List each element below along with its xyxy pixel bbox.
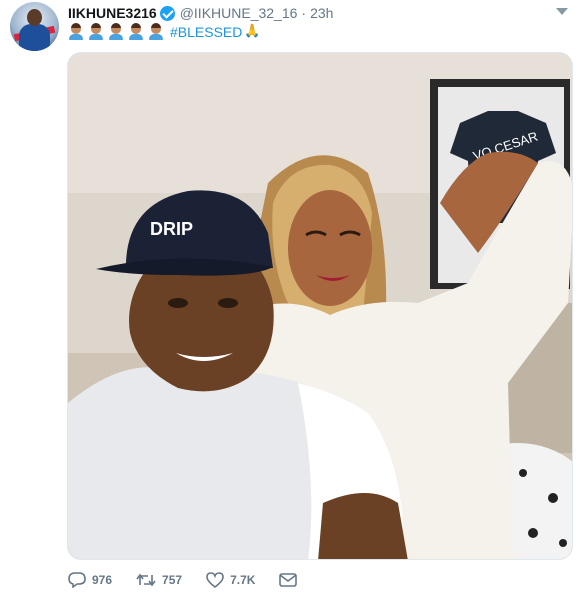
cap-text: DRIP (150, 219, 193, 239)
person-emoji-icon (128, 23, 144, 40)
reply-button[interactable]: 976 (68, 572, 112, 588)
retweet-icon (136, 573, 156, 587)
person-emoji-icon (68, 23, 84, 40)
separator-dot: · (301, 5, 307, 21)
like-icon (206, 572, 224, 588)
caret-down-icon[interactable] (556, 8, 568, 15)
message-button[interactable] (279, 573, 303, 587)
display-name[interactable]: IIKHUNE3216 (68, 4, 157, 22)
like-count: 7.7K (230, 573, 256, 587)
avatar-jersey (19, 24, 50, 51)
retweet-button[interactable]: 757 (136, 572, 182, 588)
user-handle[interactable]: @IIKHUNE_32_16 (180, 4, 298, 22)
tweet[interactable]: IIKHUNE3216 @IIKHUNE_32_16 · 23h #BLESSE… (0, 0, 582, 596)
like-button[interactable]: 7.7K (206, 572, 255, 588)
photo-illustration: VO CESAR DRIP (68, 53, 572, 559)
avatar-face (27, 9, 42, 26)
tweet-photo[interactable]: VO CESAR DRIP (67, 52, 573, 560)
reply-count: 976 (92, 573, 113, 587)
person-emoji-icon (108, 23, 124, 40)
person-emoji-icon (88, 23, 104, 40)
avatar[interactable] (10, 2, 59, 51)
timestamp[interactable]: 23h (310, 4, 333, 22)
action-bar: 976 757 7.7K (68, 572, 327, 588)
verified-icon (159, 5, 175, 21)
retweet-count: 757 (162, 573, 183, 587)
pray-emoji-icon: 🙏 (244, 24, 261, 39)
tweet-text: #BLESSED 🙏 (68, 22, 261, 42)
message-icon (279, 573, 298, 587)
person-emoji-icon (148, 23, 164, 40)
hashtag-link[interactable]: #BLESSED (170, 22, 242, 42)
reply-icon (68, 572, 86, 588)
tweet-header: IIKHUNE3216 @IIKHUNE_32_16 · 23h (68, 4, 333, 22)
